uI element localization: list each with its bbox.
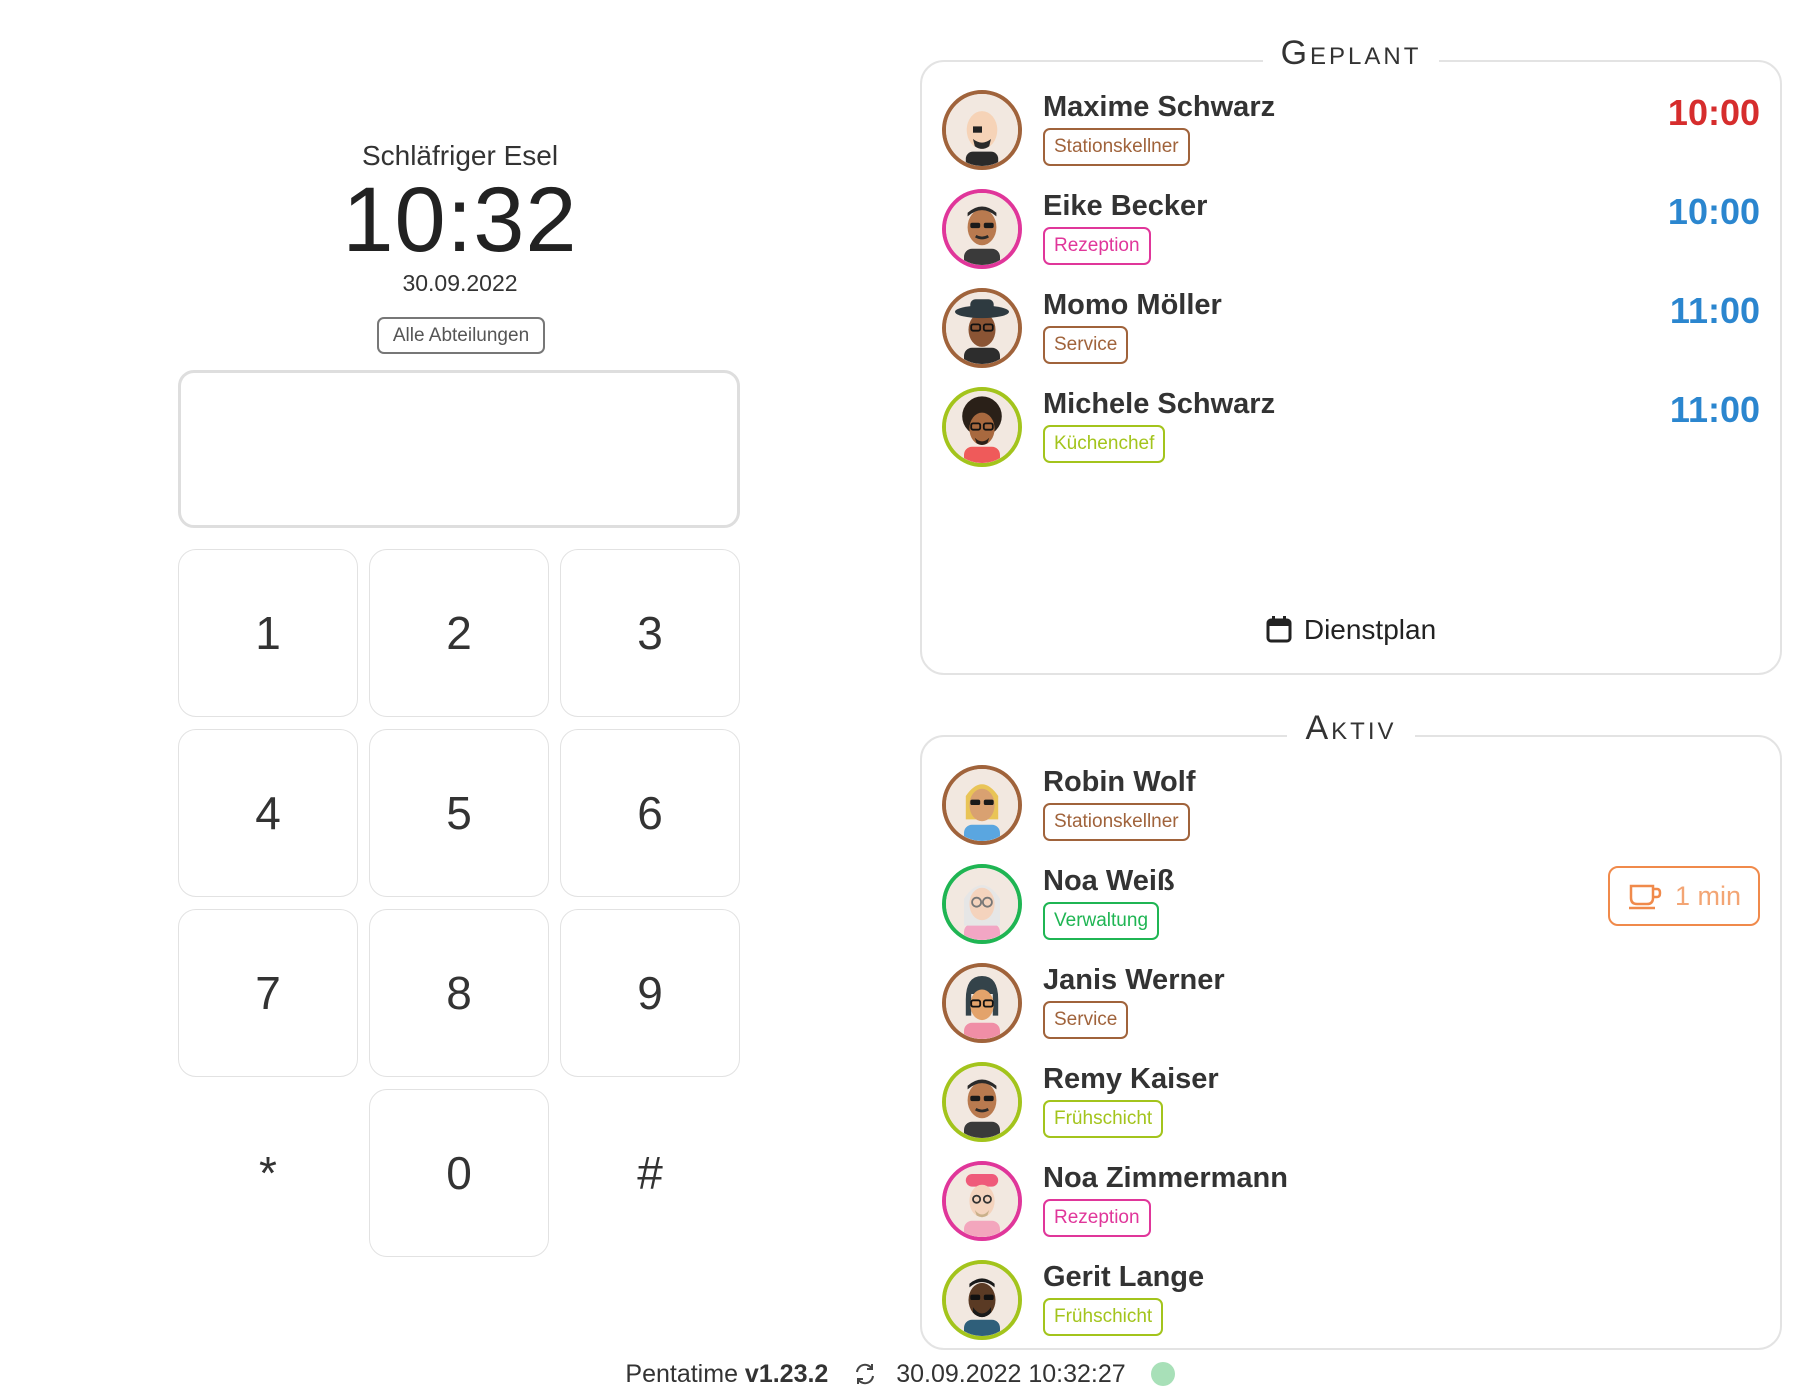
employee-name: Michele Schwarz	[1043, 388, 1276, 420]
app-version: v1.23.2	[744, 1360, 829, 1388]
active-employee-row[interactable]: Janis Werner Service	[942, 963, 1760, 1053]
current-time: 10:32	[342, 169, 578, 271]
role-badge: Service	[1043, 326, 1129, 364]
app-name: Pentatime	[625, 1360, 738, 1388]
avatar	[942, 1260, 1022, 1340]
role-badge: Service	[1043, 1001, 1129, 1039]
shift-start-time: 10:00	[1667, 92, 1760, 133]
shift-start-time: 10:00	[1667, 191, 1760, 232]
avatar	[942, 189, 1022, 269]
role-badge: Verwaltung	[1043, 902, 1160, 940]
role-badge: Rezeption	[1043, 227, 1151, 265]
break-button[interactable]: 1 min	[1608, 866, 1760, 926]
planned-title: Geplant	[1262, 34, 1440, 73]
employee-name: Gerit Lange	[1043, 1261, 1205, 1293]
pin-display	[178, 370, 740, 528]
planned-panel: Geplant Maxime Schwarz Stationskellner 1…	[920, 34, 1782, 675]
key-7[interactable]: 7	[178, 909, 358, 1077]
role-badge: Stationskellner	[1043, 128, 1190, 166]
avatar	[942, 963, 1022, 1043]
key-5[interactable]: 5	[369, 729, 549, 897]
key-0[interactable]: 0	[369, 1089, 549, 1257]
planned-employee-row[interactable]: Momo Möller Service 11:00	[942, 288, 1760, 378]
connection-status-indicator	[1150, 1362, 1175, 1386]
avatar	[942, 1161, 1022, 1241]
active-employee-row[interactable]: Gerit Lange Frühschicht	[942, 1260, 1760, 1350]
avatar	[942, 288, 1022, 368]
department-filter-button[interactable]: Alle Abteilungen	[377, 317, 545, 354]
planned-employee-row[interactable]: Michele Schwarz Küchenchef 11:00	[942, 387, 1760, 477]
key-4[interactable]: 4	[178, 729, 358, 897]
sync-timestamp: 30.09.2022 10:32:27	[896, 1360, 1126, 1388]
key-8[interactable]: 8	[369, 909, 549, 1077]
role-badge: Küchenchef	[1043, 425, 1166, 463]
key-1[interactable]: 1	[178, 549, 358, 717]
current-date: 30.09.2022	[402, 270, 518, 296]
key-2[interactable]: 2	[369, 549, 549, 717]
employee-name: Momo Möller	[1043, 289, 1222, 321]
avatar	[942, 864, 1022, 944]
key-9[interactable]: 9	[560, 909, 740, 1077]
employee-name: Noa Weiß	[1043, 865, 1175, 897]
calendar-icon	[1266, 616, 1292, 643]
role-badge: Frühschicht	[1043, 1100, 1164, 1138]
sync-icon[interactable]	[853, 1362, 877, 1386]
employee-name: Janis Werner	[1043, 964, 1225, 996]
active-panel: Aktiv Robin Wolf Stationskellner Noa Wei…	[920, 709, 1782, 1350]
avatar	[942, 90, 1022, 170]
employee-name: Maxime Schwarz	[1043, 91, 1276, 123]
dienstplan-label: Dienstplan	[1303, 614, 1437, 645]
location-name: Schläfriger Esel	[361, 140, 559, 171]
role-badge: Stationskellner	[1043, 803, 1190, 841]
key-star[interactable]: *	[178, 1089, 358, 1257]
coffee-cup-icon	[1628, 884, 1662, 910]
active-employee-row[interactable]: Noa Zimmermann Rezeption	[942, 1161, 1760, 1251]
status-footer: Pentatime v1.23.2 30.09.2022 10:32:27	[0, 1360, 1800, 1389]
avatar	[942, 765, 1022, 845]
employee-name: Eike Becker	[1043, 190, 1208, 222]
key-6[interactable]: 6	[560, 729, 740, 897]
active-employee-row[interactable]: Remy Kaiser Frühschicht	[942, 1062, 1760, 1152]
shift-start-time: 11:00	[1669, 389, 1760, 430]
key-3[interactable]: 3	[560, 549, 740, 717]
planned-employee-row[interactable]: Maxime Schwarz Stationskellner 10:00	[942, 90, 1760, 180]
planned-employee-row[interactable]: Eike Becker Rezeption 10:00	[942, 189, 1760, 279]
role-badge: Rezeption	[1043, 1199, 1151, 1237]
employee-name: Remy Kaiser	[1043, 1063, 1219, 1095]
terminal-panel: Schläfriger Esel 10:32 30.09.2022 Alle A…	[0, 0, 920, 1400]
active-employee-row[interactable]: Noa Weiß Verwaltung 1 min	[942, 864, 1760, 954]
shift-start-time: 11:00	[1669, 290, 1760, 331]
avatar	[942, 387, 1022, 467]
employee-name: Noa Zimmermann	[1043, 1162, 1288, 1194]
key-hash[interactable]: #	[560, 1089, 740, 1257]
break-duration: 1 min	[1674, 880, 1742, 911]
role-badge: Frühschicht	[1043, 1298, 1164, 1336]
active-title: Aktiv	[1287, 709, 1415, 748]
avatar	[942, 1062, 1022, 1142]
dienstplan-link[interactable]: Dienstplan	[922, 614, 1780, 646]
employee-name: Robin Wolf	[1043, 766, 1196, 798]
active-employee-row[interactable]: Robin Wolf Stationskellner	[942, 765, 1760, 855]
